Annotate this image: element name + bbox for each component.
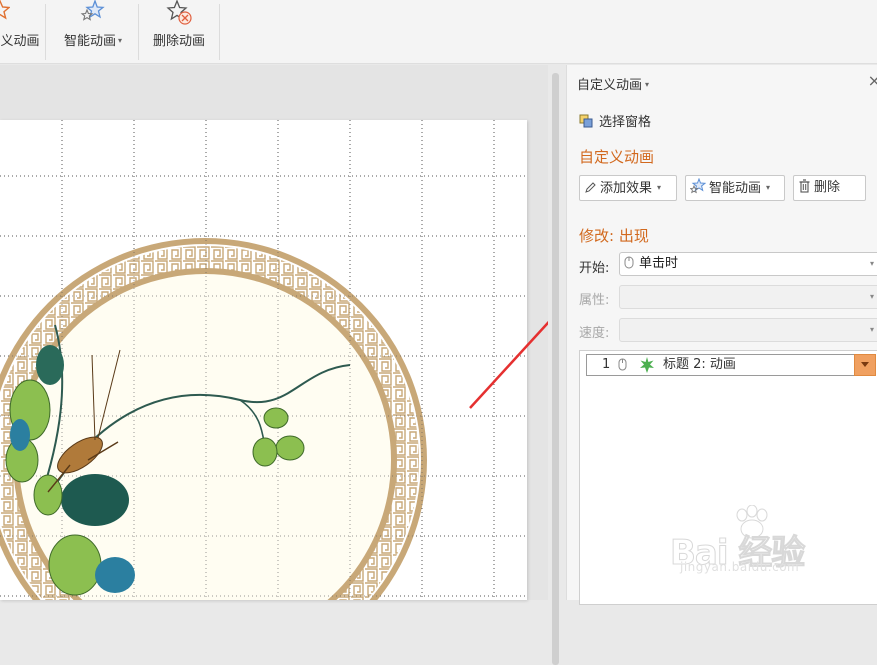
smart-animation-ribbon-label: 智能动画 ▾ [63,34,123,49]
delete-label: 删除 [814,180,841,195]
baidu-jingyan-watermark: Bai 经验 jingyan.baidu.com [669,505,840,585]
chevron-down-icon: ▾ [645,80,650,89]
custom-animation-button[interactable]: 义动画 [0,0,42,62]
delete-animation-ribbon-button[interactable]: 删除动画 [146,0,212,62]
delete-star-icon [166,0,192,25]
property-select[interactable]: ▾ [619,285,877,309]
list-item-number: 1 [602,357,611,372]
trash-icon [799,179,810,193]
add-effect-label: 添加效果 [600,181,653,196]
mouse-icon [618,358,627,371]
selection-pane-button[interactable]: 选择窗格 [579,111,651,130]
pane-title-dropdown[interactable]: 自定义动画 ▾ [577,74,649,93]
appear-effect-icon [640,357,654,373]
slide-workspace [0,65,548,600]
smart-animation-label: 智能动画 [709,181,762,196]
list-item-text: 标题 2: 动画 [663,357,736,372]
custom-animation-label: 义动画 [0,34,40,49]
delete-animation-ribbon-label: 删除动画 [152,34,205,49]
watermark-url: jingyan.baidu.com [680,560,800,574]
selection-pane-icon [579,114,593,128]
chevron-down-icon [861,362,869,367]
property-label: 属性: [579,293,610,308]
star-icon [0,0,10,20]
ribbon-toolbar: 义动画 智能动画 ▾ 删除动画 [0,0,877,64]
ribbon-separator [138,4,139,60]
selection-pane-label: 选择窗格 [599,115,652,130]
chevron-down-icon: ▾ [657,183,662,192]
ribbon-separator [219,4,220,60]
pane-title: 自定义动画 [577,78,643,93]
smart-star-icon [80,0,105,21]
pencil-icon [585,182,596,193]
slide-canvas[interactable] [0,120,527,600]
list-item[interactable]: 1 标题 2: 动画 [586,354,876,376]
section-title: 自定义动画 [579,148,655,166]
start-value: 单击时 [639,256,679,271]
list-item-dropdown-button[interactable] [854,354,876,376]
slide-artwork [0,120,527,600]
delete-button[interactable]: 删除 [793,175,866,201]
smart-star-icon [689,177,707,194]
chevron-down-icon: ▾ [869,292,874,301]
chevron-down-icon: ▾ [869,259,874,268]
ribbon-separator [45,4,46,60]
chevron-down-icon: ▾ [869,325,874,334]
speed-label: 速度: [579,326,610,341]
chevron-down-icon: ▾ [766,183,771,192]
start-select[interactable]: 单击时 ▾ [619,252,877,276]
speed-select[interactable]: ▾ [619,318,877,342]
vertical-scrollbar[interactable] [548,65,566,665]
add-effect-button[interactable]: 添加效果 ▾ [579,175,677,201]
scrollbar-thumb[interactable] [552,73,559,665]
close-icon[interactable]: × [868,71,877,90]
modify-title: 修改: 出现 [579,227,649,245]
mouse-icon [624,256,634,269]
smart-animation-button[interactable]: 智能动画 ▾ [685,175,785,201]
start-label: 开始: [579,261,610,276]
smart-animation-ribbon-button[interactable]: 智能动画 ▾ [55,0,131,62]
